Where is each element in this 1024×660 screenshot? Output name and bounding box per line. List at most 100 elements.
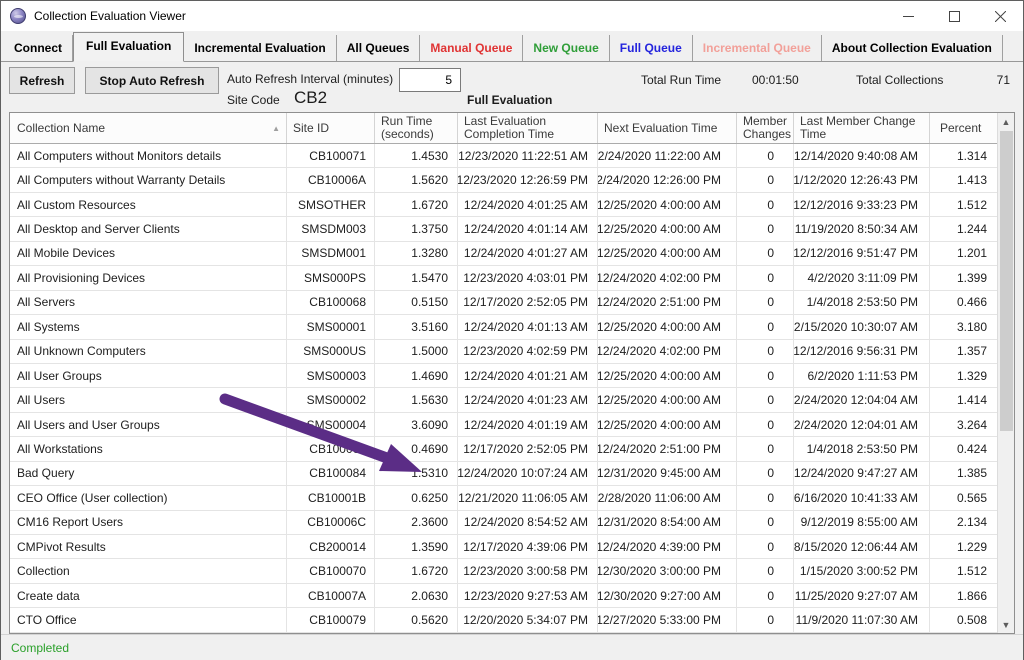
table-cell[interactable]: 0 <box>737 608 794 631</box>
table-cell[interactable]: CB100084 <box>287 462 375 485</box>
table-cell[interactable]: Bad Query <box>10 462 287 485</box>
table-cell[interactable]: 1.866 <box>930 584 997 607</box>
close-button[interactable] <box>977 1 1023 31</box>
vertical-scrollbar[interactable]: ▲ ▼ <box>997 113 1014 633</box>
table-cell[interactable]: 12/21/2020 11:06:05 AM <box>458 486 598 509</box>
table-cell[interactable]: 1/4/2018 2:53:50 PM <box>794 437 930 460</box>
tab-incremental-evaluation[interactable]: Incremental Evaluation <box>184 35 336 61</box>
table-cell[interactable]: 12/25/2020 4:00:00 AM <box>598 364 737 387</box>
table-row[interactable]: All Computers without Monitors detailsCB… <box>10 144 997 168</box>
table-cell[interactable]: 1.357 <box>930 340 997 363</box>
table-cell[interactable]: SMS000US <box>287 340 375 363</box>
table-cell[interactable]: 0 <box>737 144 794 167</box>
table-cell[interactable]: 0 <box>737 266 794 289</box>
table-cell[interactable]: 2.0630 <box>375 584 458 607</box>
table-cell[interactable]: SMSOTHER <box>287 193 375 216</box>
table-cell[interactable]: 1.512 <box>930 193 997 216</box>
table-cell[interactable]: 12/12/2016 9:33:23 PM <box>794 193 930 216</box>
table-cell[interactable]: 0 <box>737 242 794 265</box>
table-cell[interactable]: 0 <box>737 168 794 191</box>
table-cell[interactable]: 12/24/2020 2:51:00 PM <box>598 291 737 314</box>
table-cell[interactable]: 2.134 <box>930 511 997 534</box>
table-cell[interactable]: 12/20/2020 5:34:07 PM <box>458 608 598 631</box>
table-cell[interactable]: 12/27/2020 5:33:00 PM <box>598 608 737 631</box>
table-cell[interactable]: 0 <box>737 462 794 485</box>
table-row[interactable]: CEO Office (User collection)CB10001B0.62… <box>10 486 997 510</box>
table-cell[interactable]: 1.5620 <box>375 168 458 191</box>
table-cell[interactable]: 1.5310 <box>375 462 458 485</box>
table-cell[interactable]: 1.413 <box>930 168 997 191</box>
table-cell[interactable]: 12/25/2020 4:00:00 AM <box>598 217 737 240</box>
refresh-button[interactable]: Refresh <box>9 67 75 94</box>
table-cell[interactable]: 1.244 <box>930 217 997 240</box>
table-cell[interactable]: CEO Office (User collection) <box>10 486 287 509</box>
table-cell[interactable]: 12/17/2020 4:39:06 PM <box>458 535 598 558</box>
table-cell[interactable]: 12/23/2020 4:02:59 PM <box>458 340 598 363</box>
auto-refresh-interval-input[interactable] <box>399 68 461 92</box>
stop-auto-refresh-button[interactable]: Stop Auto Refresh <box>85 67 219 94</box>
table-cell[interactable]: SMS00003 <box>287 364 375 387</box>
tab-all-queues[interactable]: All Queues <box>337 35 421 61</box>
column-header-run-time[interactable]: Run Time (seconds) <box>375 113 458 143</box>
table-cell[interactable]: 1/15/2020 3:00:52 PM <box>794 559 930 582</box>
table-cell[interactable]: 6/2/2020 1:11:53 PM <box>794 364 930 387</box>
table-cell[interactable]: All Computers without Warranty Details <box>10 168 287 191</box>
column-header-last-evaluation-completion-time[interactable]: Last Evaluation Completion Time <box>458 113 598 143</box>
tab-full-queue[interactable]: Full Queue <box>610 35 693 61</box>
table-cell[interactable]: 0 <box>737 388 794 411</box>
table-row[interactable]: All Mobile DevicesSMSDM0011.328012/24/20… <box>10 242 997 266</box>
table-cell[interactable]: 12/24/2020 2:51:00 PM <box>598 437 737 460</box>
column-header-next-evaluation-time[interactable]: Next Evaluation Time <box>598 113 737 143</box>
table-row[interactable]: All Computers without Warranty DetailsCB… <box>10 168 997 192</box>
table-cell[interactable]: All Custom Resources <box>10 193 287 216</box>
table-cell[interactable]: 1.5470 <box>375 266 458 289</box>
table-cell[interactable]: 12/12/2016 9:56:31 PM <box>794 340 930 363</box>
table-cell[interactable]: CB100069 <box>287 437 375 460</box>
table-cell[interactable]: 0 <box>737 193 794 216</box>
table-cell[interactable]: CB100071 <box>287 144 375 167</box>
table-cell[interactable]: 12/24/2020 11:22:00 AM <box>598 144 737 167</box>
table-cell[interactable]: Collection <box>10 559 287 582</box>
table-cell[interactable]: 2.3600 <box>375 511 458 534</box>
table-cell[interactable]: 1.4690 <box>375 364 458 387</box>
table-cell[interactable]: 1.5000 <box>375 340 458 363</box>
table-cell[interactable]: 12/23/2020 12:26:59 PM <box>458 168 598 191</box>
table-row[interactable]: All Custom ResourcesSMSOTHER1.672012/24/… <box>10 193 997 217</box>
table-cell[interactable]: 3.6090 <box>375 413 458 436</box>
table-cell[interactable]: 1.414 <box>930 388 997 411</box>
table-cell[interactable]: 1.385 <box>930 462 997 485</box>
table-cell[interactable]: 12/24/2020 4:01:13 AM <box>458 315 598 338</box>
scrollbar-thumb[interactable] <box>1000 131 1013 431</box>
table-cell[interactable]: 0 <box>737 584 794 607</box>
table-cell[interactable]: 12/24/2020 9:47:27 AM <box>794 462 930 485</box>
column-header-collection-name[interactable]: Collection Name ▲ <box>10 113 287 143</box>
table-cell[interactable]: 1.201 <box>930 242 997 265</box>
table-cell[interactable]: 12/23/2020 4:03:01 PM <box>458 266 598 289</box>
table-cell[interactable]: SMS00001 <box>287 315 375 338</box>
table-row[interactable]: CM16 Report UsersCB10006C2.360012/24/202… <box>10 511 997 535</box>
table-cell[interactable]: 12/24/2020 4:01:14 AM <box>458 217 598 240</box>
table-cell[interactable]: 12/25/2020 4:00:00 AM <box>598 193 737 216</box>
table-cell[interactable]: 1.6720 <box>375 193 458 216</box>
table-cell[interactable]: 12/24/2020 8:54:52 AM <box>458 511 598 534</box>
table-cell[interactable]: 12/14/2020 9:40:08 AM <box>794 144 930 167</box>
table-cell[interactable]: 12/28/2020 11:06:00 AM <box>598 486 737 509</box>
table-cell[interactable]: 1.512 <box>930 559 997 582</box>
table-cell[interactable]: CMPivot Results <box>10 535 287 558</box>
table-row[interactable]: All Desktop and Server ClientsSMSDM0031.… <box>10 217 997 241</box>
table-cell[interactable]: 12/24/2020 4:02:00 PM <box>598 340 737 363</box>
table-cell[interactable]: 0.424 <box>930 437 997 460</box>
table-cell[interactable]: SMS00004 <box>287 413 375 436</box>
table-row[interactable]: All UsersSMS000021.563012/24/2020 4:01:2… <box>10 388 997 412</box>
table-row[interactable]: CTO OfficeCB1000790.562012/20/2020 5:34:… <box>10 608 997 632</box>
table-cell[interactable]: 12/23/2020 3:00:58 PM <box>458 559 598 582</box>
table-row[interactable]: Bad QueryCB1000841.531012/24/2020 10:07:… <box>10 462 997 486</box>
table-cell[interactable]: 1.399 <box>930 266 997 289</box>
table-cell[interactable]: 0 <box>737 315 794 338</box>
table-cell[interactable]: CB100070 <box>287 559 375 582</box>
table-cell[interactable]: CB100068 <box>287 291 375 314</box>
table-cell[interactable]: All Mobile Devices <box>10 242 287 265</box>
table-cell[interactable]: 3.5160 <box>375 315 458 338</box>
table-cell[interactable]: 0.565 <box>930 486 997 509</box>
table-cell[interactable]: All Provisioning Devices <box>10 266 287 289</box>
